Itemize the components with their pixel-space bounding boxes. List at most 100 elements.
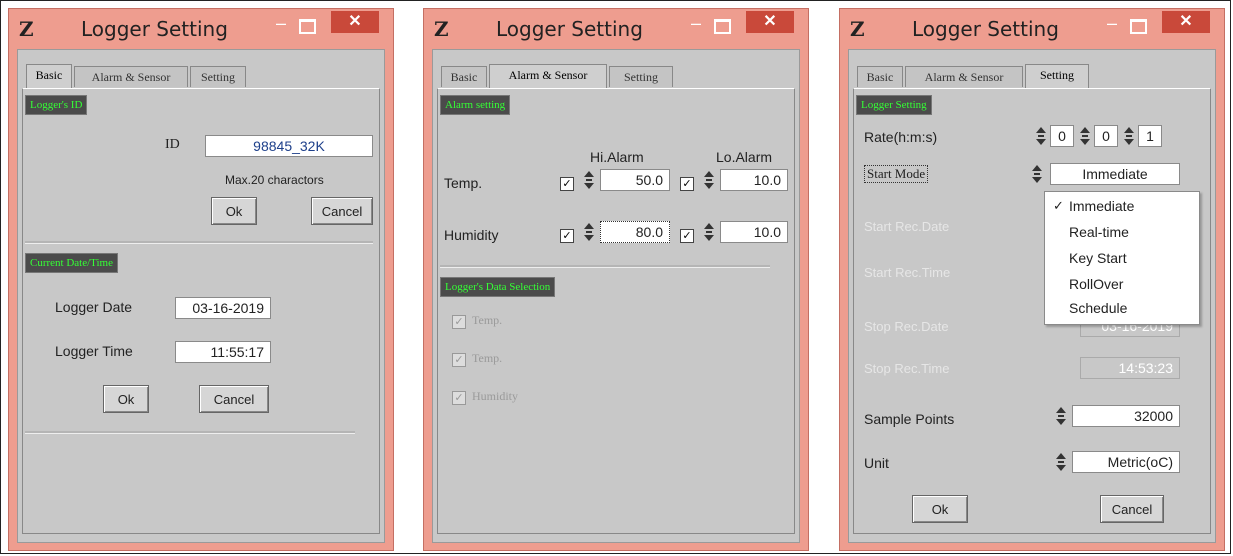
cancel-button[interactable]: Cancel [1100, 495, 1164, 523]
sample-points-input[interactable]: 32000 [1072, 405, 1180, 427]
hum-lo-checkbox[interactable]: ✓ [680, 229, 694, 243]
temp-lo-spinner-icon[interactable] [704, 169, 714, 191]
maximize-icon[interactable] [1130, 19, 1147, 34]
stop-time-label: Stop Rec.Time [864, 361, 950, 376]
alarm-panel: Alarm setting Hi.Alarm Lo.Alarm Temp. ✓ … [437, 88, 795, 534]
tab-alarm-sensor[interactable]: Alarm & Sensor [489, 64, 607, 89]
lo-alarm-label: Lo.Alarm [716, 149, 773, 165]
id-input[interactable]: 98845_32K [205, 135, 373, 157]
check-icon: ✓ [1053, 198, 1064, 213]
close-icon[interactable]: ✕ [746, 11, 794, 33]
stop-time-field: 14:53:23 [1080, 357, 1180, 379]
window-title: Logger Setting [496, 17, 643, 41]
rate-h-spinner-icon[interactable] [1036, 125, 1046, 147]
unit-select[interactable]: Metric(oC) [1072, 451, 1180, 473]
maximize-icon[interactable] [714, 19, 731, 34]
start-time-label: Start Rec.Time [864, 265, 951, 280]
humidity-label: Humidity [444, 227, 499, 243]
hum-lo-spinner-icon[interactable] [704, 221, 714, 243]
temp-lo-checkbox[interactable]: ✓ [680, 177, 694, 191]
ok-button-datetime[interactable]: Ok [103, 385, 149, 413]
titlebar[interactable]: Z Logger Setting – ✕ [840, 9, 1224, 49]
sel-humidity-label: Humidity [472, 389, 519, 403]
app-icon: Z [434, 17, 449, 41]
sel-temp2-label: Temp. [472, 351, 503, 365]
temp-hi-spinner-icon[interactable] [584, 169, 594, 191]
minimize-icon[interactable]: – [273, 14, 289, 33]
dropdown-option-rollover[interactable]: RollOver [1069, 276, 1123, 292]
group-alarm-setting: Alarm setting [440, 95, 511, 115]
sel-temp2-checkbox[interactable]: ✓ [452, 353, 466, 367]
tab-alarm-sensor[interactable]: Alarm & Sensor [905, 66, 1023, 87]
start-mode-select[interactable]: Immediate [1050, 163, 1180, 185]
tab-basic[interactable]: Basic [26, 64, 72, 89]
close-icon[interactable]: ✕ [1162, 11, 1210, 33]
logger-date-field[interactable]: 03-16-2019 [175, 297, 271, 319]
logger-date-label: Logger Date [55, 299, 133, 315]
window-setting: Z Logger Setting – ✕ Basic Alarm & Senso… [839, 8, 1225, 551]
close-icon[interactable]: ✕ [331, 11, 379, 33]
unit-label: Unit [864, 455, 889, 471]
logger-time-field[interactable]: 11:55:17 [175, 341, 271, 363]
group-logger-id: Logger's ID [25, 95, 88, 115]
dropdown-option-key-start[interactable]: Key Start [1069, 250, 1127, 266]
separator [440, 265, 770, 268]
minimize-icon[interactable]: – [1104, 14, 1120, 33]
rate-s-spinner-icon[interactable] [1124, 125, 1134, 147]
dropdown-option-schedule[interactable]: Schedule [1069, 300, 1127, 316]
client-area: Basic Alarm & Sensor Setting Alarm setti… [432, 49, 800, 543]
hum-hi-checkbox[interactable]: ✓ [560, 229, 574, 243]
sel-temp1-checkbox[interactable]: ✓ [452, 315, 466, 329]
maximize-icon[interactable] [299, 19, 316, 34]
tab-alarm-sensor[interactable]: Alarm & Sensor [74, 66, 188, 87]
client-area: Basic Alarm & Sensor Setting Logger's ID… [17, 49, 385, 543]
sample-points-label: Sample Points [864, 411, 955, 427]
cancel-button[interactable]: Cancel [311, 197, 373, 225]
ok-button[interactable]: Ok [211, 197, 257, 225]
cancel-button-datetime[interactable]: Cancel [199, 385, 269, 413]
dropdown-option-real-time[interactable]: Real-time [1069, 224, 1129, 240]
dropdown-option-immediate[interactable]: Immediate [1069, 198, 1134, 214]
hum-hi-spinner-icon[interactable] [584, 221, 594, 243]
window-alarm-sensor: Z Logger Setting – ✕ Basic Alarm & Senso… [423, 8, 809, 551]
group-current-datetime: Current Date/Time [25, 253, 118, 273]
start-mode-spinner-icon[interactable] [1032, 163, 1042, 185]
window-title: Logger Setting [912, 17, 1059, 41]
start-mode-label: Start Mode [864, 165, 929, 183]
ok-button[interactable]: Ok [912, 495, 968, 523]
separator-bottom [25, 431, 355, 434]
start-mode-dropdown: ✓ Immediate Real-time Key Start RollOver… [1044, 191, 1200, 325]
id-label: ID [165, 137, 180, 152]
rate-label: Rate(h:m:s) [864, 129, 938, 145]
group-logger-setting: Logger Setting [856, 95, 932, 115]
unit-spinner-icon[interactable] [1056, 451, 1066, 473]
tab-setting[interactable]: Setting [1025, 64, 1089, 89]
temp-lo-input[interactable]: 10.0 [720, 169, 788, 191]
sel-humidity-checkbox[interactable]: ✓ [452, 391, 466, 405]
separator [25, 241, 373, 244]
rate-m-spinner-icon[interactable] [1080, 125, 1090, 147]
app-icon: Z [850, 17, 865, 41]
tab-setting[interactable]: Setting [190, 66, 246, 87]
rate-h-input[interactable]: 0 [1050, 125, 1074, 147]
group-data-selection: Logger's Data Selection [440, 277, 556, 297]
rate-s-input[interactable]: 1 [1138, 125, 1162, 147]
client-area: Basic Alarm & Sensor Setting Logger Sett… [848, 49, 1216, 543]
tab-basic[interactable]: Basic [857, 66, 903, 87]
stop-date-label: Stop Rec.Date [864, 319, 949, 334]
titlebar[interactable]: Z Logger Setting – ✕ [424, 9, 808, 49]
id-hint: Max.20 charactors [225, 173, 324, 187]
tab-setting[interactable]: Setting [609, 66, 673, 87]
window-title: Logger Setting [81, 17, 228, 41]
sample-points-spinner-icon[interactable] [1056, 405, 1066, 427]
rate-m-input[interactable]: 0 [1094, 125, 1118, 147]
minimize-icon[interactable]: – [688, 14, 704, 33]
temp-hi-input[interactable]: 50.0 [600, 169, 670, 191]
titlebar[interactable]: Z Logger Setting – ✕ [9, 9, 393, 49]
hum-lo-input[interactable]: 10.0 [720, 221, 788, 243]
hum-hi-input[interactable]: 80.0 [600, 221, 670, 243]
tab-basic[interactable]: Basic [441, 66, 487, 87]
temp-hi-checkbox[interactable]: ✓ [560, 177, 574, 191]
sel-temp1-label: Temp. [472, 313, 503, 327]
app-icon: Z [19, 17, 34, 41]
